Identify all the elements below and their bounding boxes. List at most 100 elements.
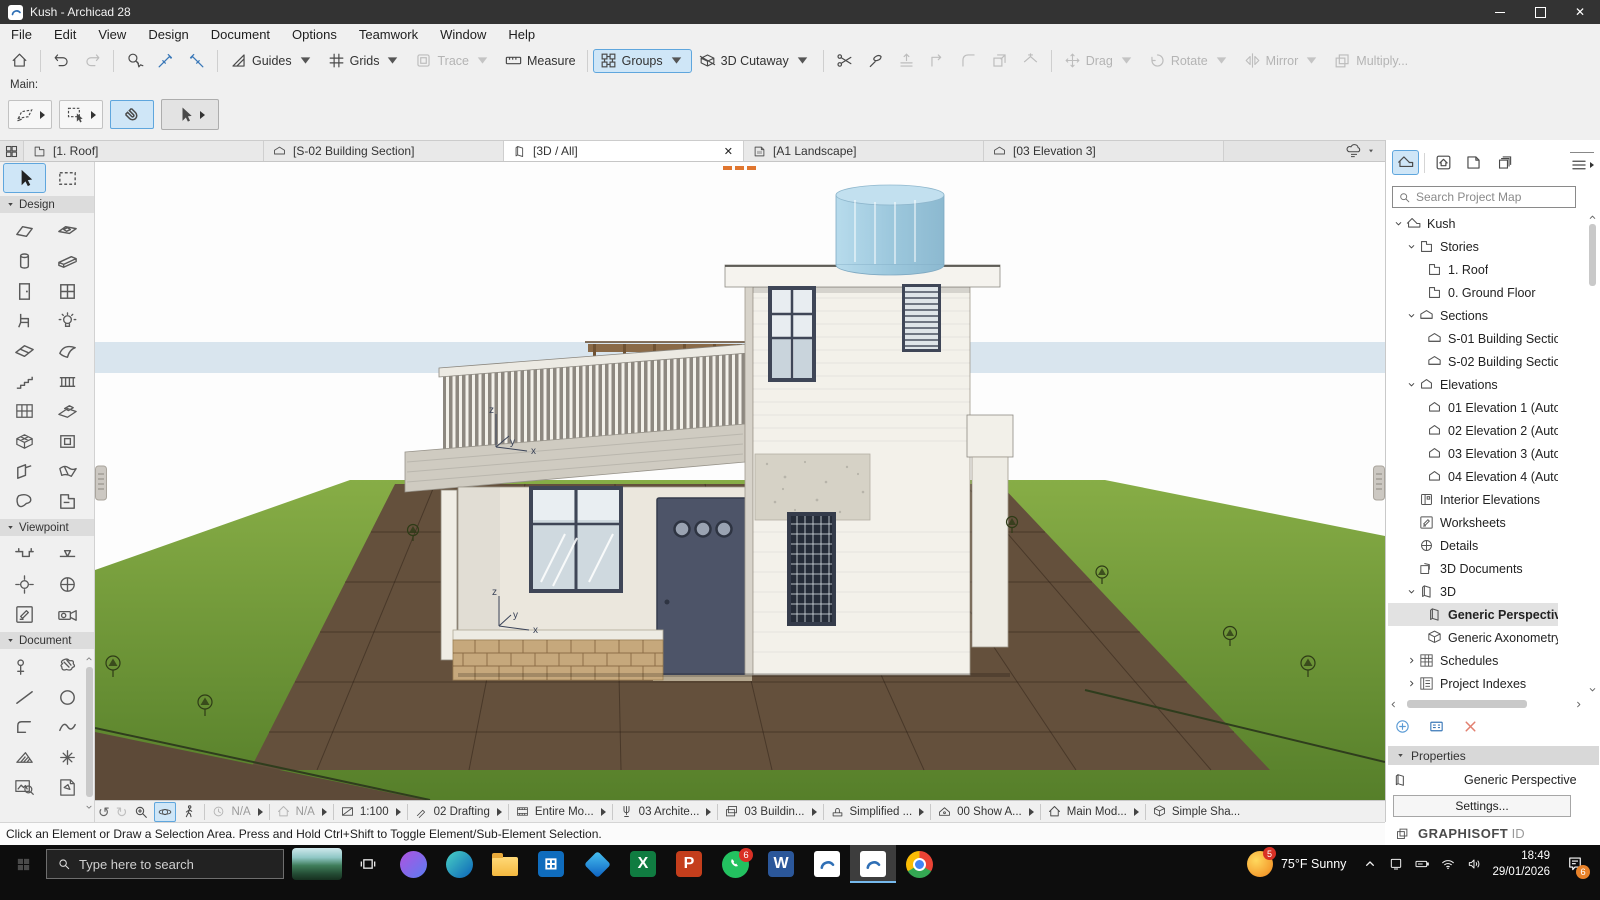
guides-button[interactable]: Guides [223,49,321,73]
taskbar-app-archicad[interactable] [850,845,896,883]
menu-window[interactable]: Window [429,24,497,45]
tree-vertical-scrollbar[interactable] [1587,212,1598,695]
taskbar-app-chrome[interactable] [896,845,942,883]
toolbox-section-design[interactable]: Design [0,196,94,213]
tool-marquee[interactable] [46,163,89,193]
taskbar-search-input[interactable]: Type here to search [46,849,284,879]
quick-option-simplified[interactable]: Simplified ... [828,804,927,819]
taskbar-app-archicad[interactable] [804,845,850,883]
explore-walk-icon[interactable] [181,804,197,820]
3d-cutaway-button[interactable]: 3D Cutaway [692,49,818,73]
tab-1-roof[interactable]: [1. Roof] [24,141,264,161]
menu-document[interactable]: Document [200,24,281,45]
chevron-right-icon[interactable] [1406,655,1417,666]
taskbar-app-loop[interactable] [390,845,436,883]
task-view-button[interactable] [346,845,390,883]
tool-window[interactable] [46,276,89,306]
tool-mesh[interactable] [3,426,46,456]
taskbar-app-powerpoint[interactable]: P [666,845,712,883]
chevron-down-icon[interactable] [1406,241,1417,252]
tab-s-02-building-section[interactable]: [S-02 Building Section] [264,141,504,161]
tool-curtain-wall[interactable] [3,396,46,426]
marquee-selection-button[interactable] [8,100,52,129]
graphisoft-id-row[interactable]: GRAPHISOFT ID [1385,822,1600,845]
split-button[interactable] [829,49,860,73]
measure-button[interactable]: Measure [498,49,582,73]
tree-item-stories[interactable]: Stories [1388,235,1558,258]
grids-button[interactable]: Grids [321,49,409,73]
find-select-button[interactable] [119,49,150,73]
notification-center-button[interactable]: 6 [1560,845,1590,883]
tool-spline[interactable] [46,712,89,742]
tree-item-04-elevation-4-auto[interactable]: 04 Elevation 4 (Auto [1388,465,1558,488]
menu-edit[interactable]: Edit [43,24,87,45]
tree-item-3d-documents[interactable]: 3D Documents [1388,557,1558,580]
tool-camera[interactable] [46,599,89,629]
3d-viewport[interactable]: z y x z y x [95,162,1385,800]
tool-opening[interactable] [46,426,89,456]
battery-icon[interactable] [1414,856,1430,872]
tree-item-schedules[interactable]: Schedules [1388,649,1558,672]
taskbar-app-word[interactable]: W [758,845,804,883]
3d-styles-icon[interactable] [1345,142,1363,160]
tree-item-sections[interactable]: Sections [1388,304,1558,327]
tab-a1-landscape[interactable]: [A1 Landscape] [744,141,984,161]
layout-book-button[interactable] [1460,150,1487,175]
tool-fill[interactable] [46,652,89,682]
delete-icon[interactable] [1462,718,1479,735]
quick-option-n-a[interactable]: N/A [209,804,264,819]
chevron-right-icon[interactable] [1406,678,1417,689]
tool-wall-end[interactable] [3,456,46,486]
tool-beam[interactable] [46,246,89,276]
tree-item-generic-axonometry[interactable]: Generic Axonometry [1388,626,1558,649]
taskbar-app-file-explorer[interactable] [482,845,528,883]
zoom-in-icon[interactable] [133,804,149,820]
tool-3d-origin[interactable] [3,569,46,599]
project-map-button[interactable] [1392,150,1419,175]
tool-elevation[interactable] [46,539,89,569]
tree-item-1-roof[interactable]: 1. Roof [1388,258,1558,281]
tool-drawing[interactable] [46,772,89,802]
taskbar-app-whatsapp[interactable]: 6 [712,845,758,883]
close-button[interactable]: ✕ [1560,0,1600,24]
quick-option-n-a[interactable]: N/A [274,804,329,819]
menu-options[interactable]: Options [281,24,348,45]
toolbox-section-viewpoint[interactable]: Viewpoint [0,519,94,536]
adjust-button[interactable] [860,49,891,73]
menu-design[interactable]: Design [137,24,199,45]
tool-hatch[interactable] [3,742,46,772]
magnet-button[interactable] [110,100,154,129]
tool-shell[interactable] [46,336,89,366]
tool-wall[interactable] [3,216,46,246]
arrow-button[interactable] [161,99,219,130]
tree-item-s-01-building-sectio[interactable]: S-01 Building Sectio [1388,327,1558,350]
tool-polyline[interactable] [3,712,46,742]
home-button[interactable] [4,49,35,73]
groups-button[interactable]: Groups [593,49,692,73]
tool-morph[interactable] [46,456,89,486]
select-marquee-button[interactable] [59,100,103,129]
undo-button[interactable] [46,49,77,73]
chevron-down-icon[interactable] [1393,218,1404,229]
settings-card-icon[interactable] [1428,718,1445,735]
tree-item-generic-perspective[interactable]: Generic Perspective [1388,603,1558,626]
volume-icon[interactable] [1466,856,1482,872]
orbit-button[interactable] [154,802,176,822]
menu-teamwork[interactable]: Teamwork [348,24,429,45]
weather-widget[interactable]: 5 75°F Sunny [1241,851,1352,877]
tool-door[interactable] [3,276,46,306]
hidden-icons-chevron-icon[interactable] [1362,856,1378,872]
tool-hotspot[interactable] [46,742,89,772]
tool-object[interactable] [3,306,46,336]
tree-item-03-elevation-3-auto[interactable]: 03 Elevation 3 (Auto [1388,442,1558,465]
tool-dimension[interactable] [3,652,46,682]
clock[interactable]: 18:49 29/01/2026 [1492,848,1550,880]
publisher-sets-button[interactable] [1490,150,1517,175]
tool-skylight[interactable] [46,396,89,426]
properties-section-header[interactable]: Properties [1388,746,1599,765]
view-map-button[interactable] [1430,150,1457,175]
tool-worksheet[interactable] [3,599,46,629]
tool-slab[interactable] [46,216,89,246]
chevron-down-icon[interactable] [1367,147,1375,155]
tree-item-details[interactable]: Details [1388,534,1558,557]
